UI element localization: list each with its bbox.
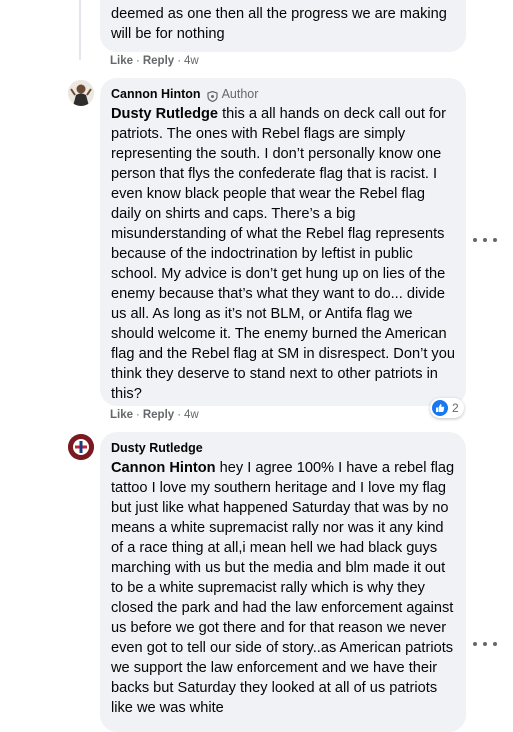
author-tag: Author xyxy=(221,87,259,101)
comment-text: Dusty Rutledge this a all hands on deck … xyxy=(111,104,455,404)
timestamp[interactable]: 4w xyxy=(184,409,199,421)
reaction-summary[interactable]: 2 xyxy=(430,398,464,418)
comment-actions: Like · Reply · 4w xyxy=(110,409,199,421)
more-options-icon[interactable] xyxy=(473,233,497,247)
timestamp[interactable]: 4w xyxy=(184,55,199,67)
avatar[interactable] xyxy=(68,434,94,460)
comment-bubble: Dusty Rutledge Cannon Hinton hey I agree… xyxy=(100,432,466,732)
comment-actions: Like · Reply · 4w xyxy=(110,55,199,67)
comment-body: this a all hands on deck call out for pa… xyxy=(111,106,455,402)
thumbs-up-icon xyxy=(432,400,448,416)
like-link[interactable]: Like xyxy=(110,55,133,67)
comment-bubble: Cannon Hinton Author Dusty Rutledge this… xyxy=(100,78,466,406)
like-link[interactable]: Like xyxy=(110,409,133,421)
comment-text: Cannon Hinton hey I agree 100% I have a … xyxy=(111,458,455,718)
reaction-count: 2 xyxy=(452,401,459,415)
reply-link[interactable]: Reply xyxy=(143,409,174,421)
more-options-icon[interactable] xyxy=(473,637,497,651)
comment-text: deemed as one then all the progress we a… xyxy=(111,6,447,42)
reply-link[interactable]: Reply xyxy=(143,55,174,67)
comment-body: hey I agree 100% I have a rebel flag tat… xyxy=(111,460,455,716)
avatar[interactable] xyxy=(68,80,94,106)
shield-badge-icon xyxy=(206,89,218,102)
comment-bubble: deemed as one then all the progress we a… xyxy=(100,0,466,52)
author-name[interactable]: Dusty Rutledge xyxy=(111,441,203,455)
author-name[interactable]: Cannon Hinton xyxy=(111,87,201,101)
thread-line xyxy=(79,0,81,60)
mention-link[interactable]: Dusty Rutledge xyxy=(111,106,218,122)
mention-link[interactable]: Cannon Hinton xyxy=(111,460,216,476)
